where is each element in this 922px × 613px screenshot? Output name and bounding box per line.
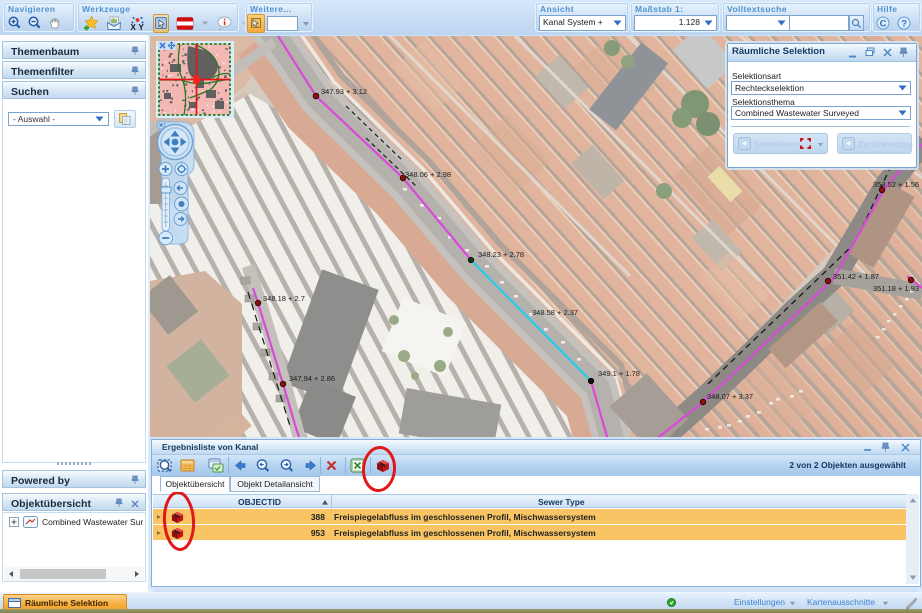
svg-text:351.18 + 1.93: 351.18 + 1.93 [873, 284, 919, 293]
svg-text:348.18 + 2.7: 348.18 + 2.7 [263, 294, 305, 303]
svg-text:X: X [131, 23, 137, 31]
svg-text:C: C [880, 19, 887, 30]
svg-text:?: ? [901, 19, 907, 30]
svg-text:347,94 + 2.86: 347,94 + 2.86 [289, 374, 335, 383]
svg-text:348.58 + 2.37: 348.58 + 2.37 [532, 308, 578, 317]
svg-text:347.93 + 3.12: 347.93 + 3.12 [321, 87, 367, 96]
svg-text:348.06 + 2.98: 348.06 + 2.98 [405, 170, 451, 179]
svg-text:353.52 + 1.56: 353.52 + 1.56 [873, 180, 919, 189]
svg-text:Y: Y [139, 23, 145, 31]
svg-text:351.42 + 1.87: 351.42 + 1.87 [833, 272, 879, 281]
svg-text:349.1 + 1.78: 349.1 + 1.78 [598, 369, 640, 378]
svg-text:348.07 + 3.37: 348.07 + 3.37 [707, 392, 753, 401]
svg-text:348.23 + 2.78: 348.23 + 2.78 [478, 250, 524, 259]
